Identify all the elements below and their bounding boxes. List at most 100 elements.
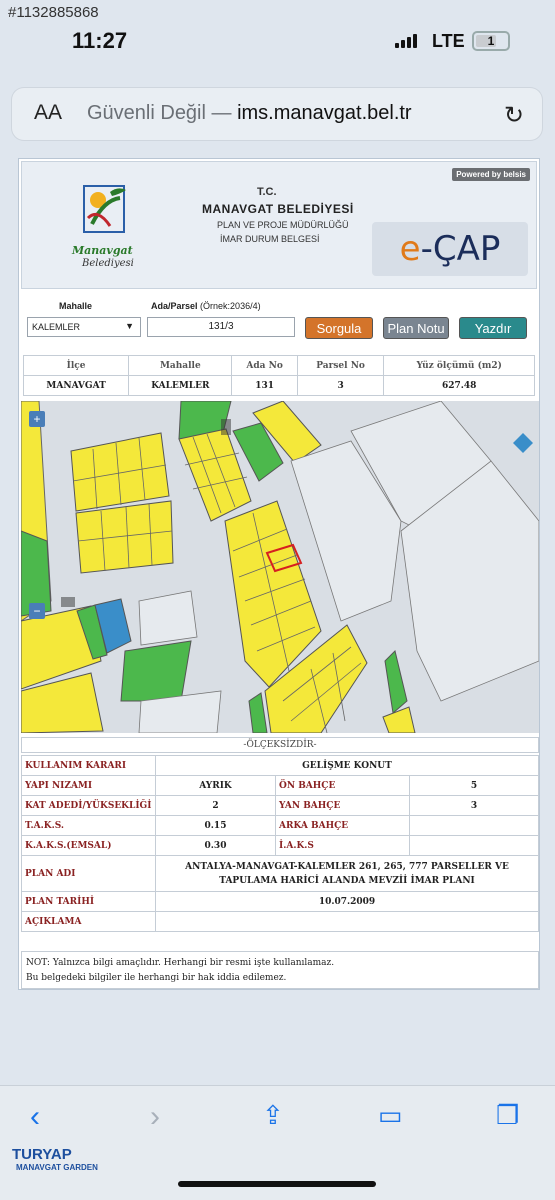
header-org: MANAVGAT BELEDİYESİ <box>202 202 354 216</box>
turyap-logo: TURYAP <box>12 1146 72 1163</box>
zoning-map[interactable]: + − <box>21 401 539 733</box>
image-id-watermark: #1132885868 <box>8 4 99 21</box>
url-domain: ims.manavgat.bel.tr <box>237 102 412 124</box>
forward-icon[interactable]: › <box>150 1100 160 1134</box>
table-row: K.A.K.S.(EMSAL) 0.30 İ.A.K.S <box>21 835 539 856</box>
property-value <box>409 835 539 856</box>
header-doc-title: İMAR DURUM BELGESİ <box>220 234 320 244</box>
zoom-out-icon[interactable]: − <box>29 603 45 619</box>
ecap-logo-text: e-ÇAP <box>399 229 501 269</box>
status-time: 11:27 <box>72 28 128 53</box>
column-header: Mahalle <box>128 355 233 376</box>
header-dept: PLAN VE PROJE MÜDÜRLÜĞÜ <box>217 220 349 230</box>
green-area <box>120 640 192 702</box>
property-label: YAN BAHÇE <box>275 795 410 816</box>
property-label: ÖN BAHÇE <box>275 775 410 796</box>
table-row: T.A.K.S. 0.15 ARKA BAHÇE <box>21 815 539 836</box>
property-label: PLAN ADI <box>21 855 156 892</box>
scale-notice: -ÖLÇEKSİZDİR- <box>21 737 539 753</box>
property-value: AYRIK <box>155 775 276 796</box>
column-header: İlçe <box>22 355 130 376</box>
mahalle-select[interactable]: KALEMLER ▼ <box>27 317 141 337</box>
disclaimer-note: NOT: Yalnızca bilgi amaçlıdır. Herhangi … <box>21 951 539 989</box>
property-label: İ.A.K.S <box>275 835 410 856</box>
table-row: YAPI NIZAMI AYRIK ÖN BAHÇE 5 <box>21 775 539 796</box>
turyap-logo-sub: MANAVGAT GARDEN <box>16 1163 98 1172</box>
column-header: Ada No <box>231 355 298 376</box>
url-display[interactable]: Güvenli Değil — ims.manavgat.bel.tr <box>87 102 412 125</box>
tabs-icon[interactable]: ❐ <box>496 1100 519 1131</box>
property-label: ARKA BAHÇE <box>275 815 410 836</box>
disclaimer-line: Bu belgedeki bilgiler ile herhangi bir h… <box>26 973 287 983</box>
zoom-in-icon[interactable]: + <box>29 411 45 427</box>
cellular-signal-icon <box>395 34 417 48</box>
table-row: KAT ADEDİ/YÜKSEKLİĞİ 2 YAN BAHÇE 3 <box>21 795 539 816</box>
zoning-map-graphic <box>21 401 539 733</box>
address-bar[interactable]: AA Güvenli Değil — ims.manavgat.bel.tr ↻ <box>12 88 542 140</box>
ecap-logo: e-ÇAP <box>372 222 528 276</box>
property-value: 5 <box>409 775 539 796</box>
back-icon[interactable]: ‹ <box>30 1100 40 1134</box>
table-row: PLAN ADI ANTALYA-MANAVGAT-KALEMLER 261, … <box>21 855 539 892</box>
table-row: KULLANIM KARARI GELİŞME KONUT <box>21 755 539 776</box>
column-header: Parsel No <box>296 355 385 376</box>
disclaimer-line: NOT: Yalnızca bilgi amaçlıdır. Herhangi … <box>26 958 335 968</box>
property-value: 0.30 <box>155 835 276 856</box>
property-value <box>409 815 539 836</box>
table-cell: MANAVGAT <box>22 375 130 396</box>
table-cell: 131 <box>231 375 298 396</box>
imar-durum-page: Manavgat Belediyesi T.C. MANAVGAT BELEDİ… <box>18 158 540 990</box>
query-form: Mahalle Ada/Parsel (Örnek:2036/4) KALEML… <box>19 293 541 347</box>
table-cell: 3 <box>296 375 385 396</box>
share-icon[interactable]: ⇪ <box>262 1100 284 1131</box>
property-value: 0.15 <box>155 815 276 836</box>
safari-toolbar: ‹ › ⇪ ▭ ❐ TURYAP MANAVGAT GARDEN <box>0 1085 555 1200</box>
yellow-block <box>75 500 174 574</box>
mahalle-select-value: KALEMLER <box>32 322 81 332</box>
home-indicator[interactable] <box>178 1181 376 1187</box>
property-value <box>155 911 539 932</box>
parcel-info-table: İlçe Mahalle Ada No Parsel No Yüz ölçümü… <box>22 355 535 396</box>
yazdir-button[interactable]: Yazdır <box>459 317 527 339</box>
network-type: LTE <box>432 31 465 51</box>
mahalle-label: Mahalle <box>59 301 93 311</box>
property-value: 2 <box>155 795 276 816</box>
zoning-properties-table: KULLANIM KARARI GELİŞME KONUT YAPI NIZAM… <box>21 755 539 932</box>
table-header-row: İlçe Mahalle Ada No Parsel No Yüz ölçümü… <box>22 355 535 376</box>
property-label: K.A.K.S.(EMSAL) <box>21 835 156 856</box>
battery-icon: 1 <box>472 31 510 51</box>
table-row: MANAVGAT KALEMLER 131 3 627.48 <box>22 375 535 396</box>
ada-parsel-label: Ada/Parsel (Örnek:2036/4) <box>151 301 261 311</box>
property-label: PLAN TARİHİ <box>21 891 156 912</box>
table-cell: 627.48 <box>383 375 535 396</box>
property-value: GELİŞME KONUT <box>155 755 539 776</box>
property-label: T.A.K.S. <box>21 815 156 836</box>
reload-icon[interactable]: ↻ <box>504 101 524 130</box>
logo-text: Manavgat <box>72 244 133 257</box>
text-size-button[interactable]: AA <box>34 101 62 125</box>
table-cell: KALEMLER <box>128 375 233 396</box>
table-row: PLAN TARİHİ 10.07.2009 <box>21 891 539 912</box>
ada-parsel-hint: (Örnek:2036/4) <box>200 301 261 311</box>
logo-subtext: Belediyesi <box>82 258 134 269</box>
property-label: YAPI NIZAMI <box>21 775 156 796</box>
ada-parsel-input[interactable]: 131/3 <box>147 317 295 337</box>
plan-notu-button[interactable]: Plan Notu <box>383 317 449 339</box>
status-bar: 11:27 LTE 1 <box>0 22 555 62</box>
bookmarks-icon[interactable]: ▭ <box>378 1100 403 1131</box>
property-label: KAT ADEDİ/YÜKSEKLİĞİ <box>21 795 156 816</box>
property-label: AÇIKLAMA <box>21 911 156 932</box>
insecure-label: Güvenli Değil — <box>87 102 232 124</box>
property-label: KULLANIM KARARI <box>21 755 156 776</box>
battery-level: 1 <box>487 34 495 48</box>
page-header: Manavgat Belediyesi T.C. MANAVGAT BELEDİ… <box>21 161 537 289</box>
ada-parsel-label-text: Ada/Parsel <box>151 301 198 311</box>
powered-by-badge: Powered by belsis <box>452 168 530 181</box>
sorgula-button[interactable]: Sorgula <box>305 317 373 339</box>
table-row: AÇIKLAMA <box>21 911 539 932</box>
property-value: ANTALYA-MANAVGAT-KALEMLER 261, 265, 777 … <box>155 855 539 892</box>
property-value: 3 <box>409 795 539 816</box>
header-tc: T.C. <box>257 186 277 198</box>
chevron-down-icon: ▼ <box>125 321 134 331</box>
column-header: Yüz ölçümü (m2) <box>383 355 535 376</box>
